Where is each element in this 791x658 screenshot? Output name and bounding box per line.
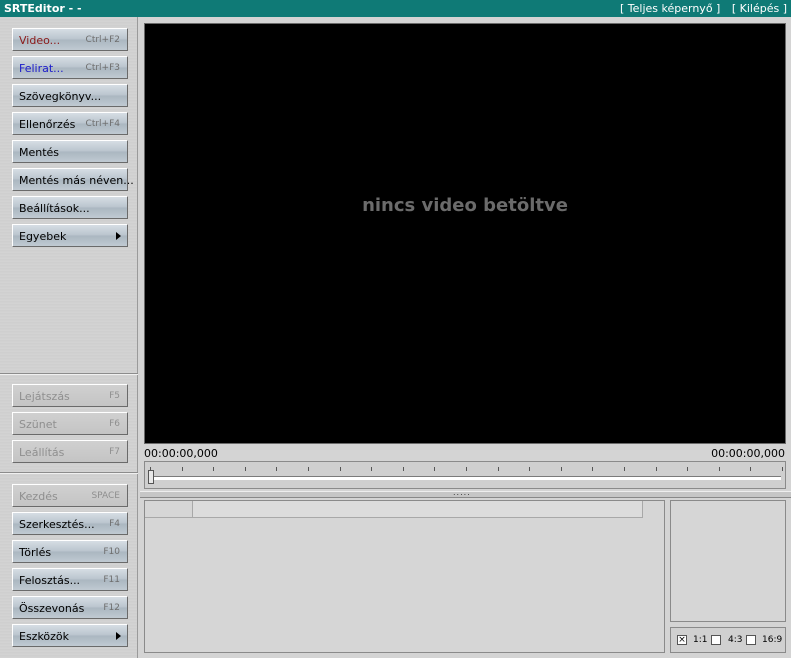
timeline-tick — [245, 467, 246, 471]
timeline-tick — [276, 467, 277, 471]
shortcut-hint: F10 — [103, 547, 120, 557]
submenu-arrow-icon — [116, 232, 121, 240]
fullscreen-link[interactable]: [ Teljes képernyő ] — [620, 2, 720, 15]
sidebar-button-felirat[interactable]: Felirat... Ctrl+F3 — [12, 56, 128, 79]
button-label: Felosztás... — [19, 574, 81, 587]
timeline-thumb[interactable] — [148, 470, 154, 484]
timeline-tick — [150, 467, 151, 471]
timeline-slider[interactable] — [144, 461, 786, 489]
shortcut-hint: F12 — [103, 603, 120, 613]
sidebar-button-szerkesztés[interactable]: Szerkesztés... F4 — [12, 512, 128, 535]
exit-link[interactable]: [ Kilépés ] — [732, 2, 787, 15]
timeline-tick — [308, 467, 309, 471]
aspect-4-3-label: 4:3 — [728, 635, 743, 645]
sidebar-button-összevonás[interactable]: Összevonás F12 — [12, 596, 128, 619]
subtitle-preview-panel — [670, 500, 786, 622]
panel-splitter[interactable]: ..... — [140, 488, 791, 498]
button-label: Szerkesztés... — [19, 518, 95, 531]
timeline-tick — [434, 467, 435, 471]
button-label: Lejátszás — [19, 390, 70, 403]
splitter-grip: ..... — [453, 488, 471, 497]
sidebar-button-video[interactable]: Video... Ctrl+F2 — [12, 28, 128, 51]
timeline-tick — [624, 467, 625, 471]
timeline-tick — [371, 467, 372, 471]
timeline-tick — [719, 467, 720, 471]
sidebar-button-egyebek[interactable]: Egyebek — [12, 224, 128, 247]
video-display[interactable]: nincs video betöltve — [144, 23, 786, 444]
timeline-tick — [403, 467, 404, 471]
timeline-tick — [466, 467, 467, 471]
button-label: Szövegkönyv... — [19, 90, 102, 103]
sidebar-divider — [0, 373, 138, 375]
button-label: Egyebek — [19, 230, 67, 243]
shortcut-hint: SPACE — [91, 491, 120, 501]
list-header-column[interactable] — [145, 501, 193, 518]
button-label: Eszközök — [19, 630, 70, 643]
list-header-column[interactable] — [193, 501, 643, 518]
sidebar-button-ellenőrzés[interactable]: Ellenőrzés Ctrl+F4 — [12, 112, 128, 135]
aspect-ratio-bar: × 1:1 4:3 16:9 — [670, 627, 786, 653]
sidebar-button-törlés[interactable]: Törlés F10 — [12, 540, 128, 563]
button-label: Ellenőrzés — [19, 118, 76, 131]
shortcut-hint: Ctrl+F4 — [85, 119, 120, 129]
aspect-16-9-label: 16:9 — [762, 635, 783, 645]
sidebar-button-szünet: Szünet F6 — [12, 412, 128, 435]
sidebar-button-leállítás: Leállítás F7 — [12, 440, 128, 463]
shortcut-hint: F5 — [109, 391, 120, 401]
aspect-16-9-checkbox[interactable] — [746, 635, 756, 645]
timeline-tick — [782, 467, 783, 471]
aspect-4-3-checkbox[interactable] — [711, 635, 721, 645]
sidebar-button-lejátszás: Lejátszás F5 — [12, 384, 128, 407]
timeline-tick — [213, 467, 214, 471]
shortcut-hint: F4 — [109, 519, 120, 529]
sidebar-button-beállítások[interactable]: Beállítások... — [12, 196, 128, 219]
timeline-tick — [687, 467, 688, 471]
sidebar-button-kezdés: Kezdés SPACE — [12, 484, 128, 507]
timeline-tick — [592, 467, 593, 471]
timeline-tick — [750, 467, 751, 471]
button-label: Leállítás — [19, 446, 65, 459]
timeline-tick — [498, 467, 499, 471]
shortcut-hint: F7 — [109, 447, 120, 457]
current-time: 00:00:00,000 — [144, 447, 218, 460]
button-label: Szünet — [19, 418, 57, 431]
button-label: Beállítások... — [19, 202, 90, 215]
sidebar-button-eszközök[interactable]: Eszközök — [12, 624, 128, 647]
timeline-tick — [182, 467, 183, 471]
button-label: Összevonás — [19, 602, 85, 615]
aspect-1-1-checkbox[interactable]: × — [677, 635, 687, 645]
total-time: 00:00:00,000 — [711, 447, 785, 460]
shortcut-hint: Ctrl+F2 — [85, 35, 120, 45]
sidebar-divider — [0, 472, 138, 474]
shortcut-hint: F11 — [103, 575, 120, 585]
button-label: Mentés más néven... — [19, 174, 134, 187]
button-label: Törlés — [19, 546, 52, 559]
button-label: Felirat... — [19, 62, 64, 75]
subtitle-list[interactable] — [144, 500, 665, 653]
submenu-arrow-icon — [116, 632, 121, 640]
app-title: SRTEditor - - — [4, 2, 82, 15]
timeline-track — [149, 476, 781, 480]
button-label: Kezdés — [19, 490, 58, 503]
shortcut-hint: F6 — [109, 419, 120, 429]
button-label: Video... — [19, 34, 61, 47]
sidebar-button-szövegkönyv[interactable]: Szövegkönyv... — [12, 84, 128, 107]
timeline-tick — [340, 467, 341, 471]
timeline-tick — [656, 467, 657, 471]
timeline-tick — [561, 467, 562, 471]
sidebar-button-mentés[interactable]: Mentés — [12, 140, 128, 163]
button-label: Mentés — [19, 146, 60, 159]
sidebar-button-mentés-más-néven[interactable]: Mentés más néven... — [12, 168, 134, 191]
title-bar: SRTEditor - - [ Teljes képernyő ] [ Kilé… — [0, 0, 791, 17]
aspect-1-1-label: 1:1 — [693, 635, 708, 645]
shortcut-hint: Ctrl+F3 — [85, 63, 120, 73]
timeline-tick — [529, 467, 530, 471]
list-header — [145, 501, 643, 518]
sidebar-button-felosztás[interactable]: Felosztás... F11 — [12, 568, 128, 591]
no-video-message: nincs video betöltve — [362, 195, 568, 216]
